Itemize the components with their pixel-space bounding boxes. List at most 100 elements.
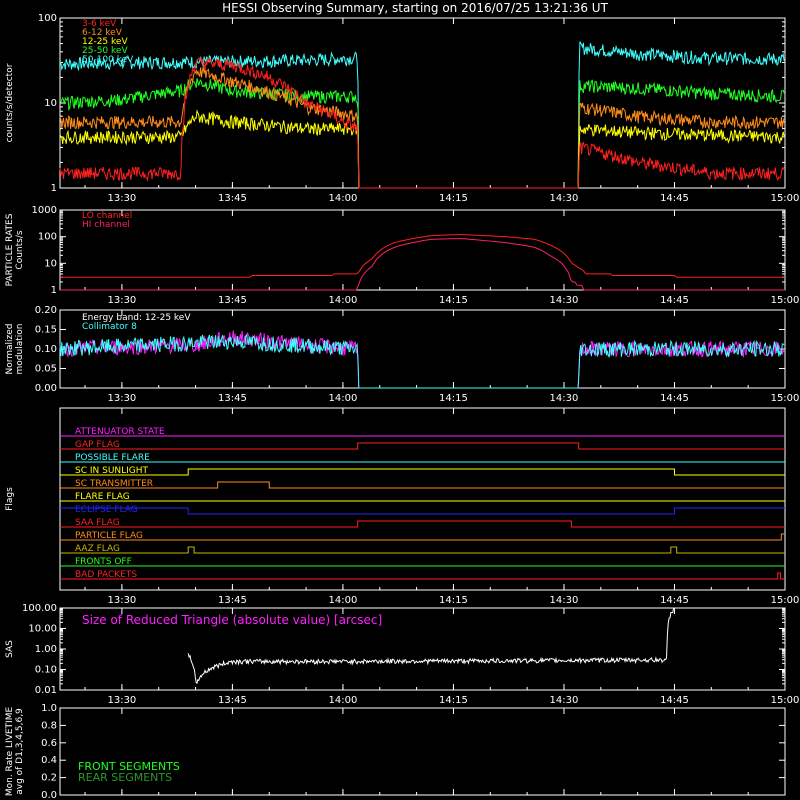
x-tick-label: 15:00 (771, 393, 800, 404)
y-tick-label: 0.20 (35, 305, 57, 316)
legend-entry: REAR SEGMENTS (78, 771, 172, 784)
flag-line (60, 546, 785, 554)
x-tick-label: 13:30 (107, 595, 136, 606)
y-tick-label: 0.00 (35, 383, 57, 394)
y-tick-label: 0.05 (35, 364, 57, 375)
flag-line (60, 533, 785, 541)
series-line (59, 66, 785, 189)
panels: 13:30 13:45 14:00 14:15 14:30 14:45 15:00 count… (5, 13, 799, 800)
flag-line (60, 507, 785, 515)
y-tick-label: 1 (51, 183, 57, 194)
y-tick-label: 0.6 (41, 738, 57, 749)
y-tick-label: 1.00 (35, 644, 57, 655)
y-tick-label: 10 (44, 98, 57, 109)
y-axis-label-line: Mon. Rate LIVETIME (5, 707, 15, 797)
y-tick-label: 1.0 (41, 703, 57, 714)
y-tick-label: 1000 (32, 205, 57, 216)
x-tick-label: 15:00 (771, 695, 800, 706)
x-tick-label: 14:00 (329, 295, 358, 306)
x-tick-label: 14:30 (550, 393, 579, 404)
chart-svg: HESSI Observing Summary, starting on 201… (5, 1, 799, 800)
y-axis-label: Normalizedmodulation (5, 323, 25, 374)
y-tick-label: 0.8 (41, 720, 57, 731)
hessi-summary-figure: HESSI Observing Summary, starting on 201… (0, 0, 800, 800)
x-tick-label: 14:00 (329, 595, 358, 606)
y-tick-label: 1 (51, 285, 57, 296)
panel-particle: 13:30 13:45 14:00 14:15 14:30 14:45 15:00 PARTI… (5, 205, 799, 306)
x-tick-label: 14:45 (660, 595, 689, 606)
flag-line (60, 481, 785, 489)
y-axis-label-line: Normalized (5, 323, 15, 374)
x-tick-label: 14:45 (660, 695, 689, 706)
x-tick-label: 14:45 (660, 393, 689, 404)
chart-title: HESSI Observing Summary, starting on 201… (222, 1, 608, 15)
y-tick-label: 0.01 (35, 685, 57, 696)
legend-entry: 50-100 keV (82, 55, 134, 65)
flag-line (60, 468, 785, 476)
y-tick-label: 100 (38, 232, 57, 243)
panel-counts: 13:30 13:45 14:00 14:15 14:30 14:45 15:00 count… (5, 13, 799, 204)
y-axis-label: SAS (5, 640, 15, 658)
x-tick-label: 13:30 (107, 695, 136, 706)
series-line (60, 237, 785, 291)
y-tick-label: 0.10 (35, 665, 57, 676)
y-tick-label: 100 (38, 13, 57, 24)
y-axis-label-line: modulation (15, 324, 25, 375)
flag-line (60, 442, 785, 450)
panel-modulation: 13:30 13:45 14:00 14:15 14:30 14:45 15:00 Norma… (5, 305, 799, 404)
y-axis-label-line: PARTICLE RATES (5, 213, 15, 286)
y-tick-label: 0.0 (41, 790, 57, 800)
x-tick-label: 14:00 (329, 393, 358, 404)
flag-line (60, 520, 785, 528)
panel-livetime: 13:3013:4514:0014:1514:3014:4515:00Mon. … (5, 703, 786, 800)
x-tick-label: 15:00 (771, 193, 800, 204)
y-axis-label-line: avg of D1,3,4,5,6,9 (15, 708, 25, 795)
legend-entry: HI channel (82, 220, 130, 230)
panel-frame (59, 407, 786, 591)
y-axis-label: Mon. Rate LIVETIMEavg of D1,3,4,5,6,9 (5, 707, 25, 797)
x-tick-label: 13:45 (218, 295, 247, 306)
y-tick-label: 10 (44, 258, 57, 269)
y-tick-label: 10.00 (28, 624, 57, 635)
x-tick-label: 14:45 (660, 295, 689, 306)
x-tick-label: 14:15 (439, 595, 468, 606)
x-tick-label: 14:00 (329, 695, 358, 706)
x-tick-label: 13:45 (218, 393, 247, 404)
series-line (59, 333, 785, 389)
y-axis-label: counts/s/detector (5, 63, 15, 142)
series-line (59, 330, 785, 389)
y-tick-label: 0.4 (41, 755, 57, 766)
x-tick-label: 15:00 (771, 595, 800, 606)
y-axis-label-line: Counts/s (15, 230, 25, 269)
x-tick-label: 14:30 (550, 595, 579, 606)
panel-flags: 13:30 13:45 14:00 14:15 14:30 14:45 15:00 Flags… (5, 407, 800, 606)
y-tick-label: 100.00 (22, 603, 57, 614)
x-tick-label: 14:15 (439, 193, 468, 204)
y-axis-label: PARTICLE RATESCounts/s (5, 213, 25, 286)
x-tick-label: 14:15 (439, 295, 468, 306)
x-tick-label: 14:00 (329, 193, 358, 204)
x-tick-label: 14:15 (439, 393, 468, 404)
x-tick-label: 14:30 (550, 193, 579, 204)
x-tick-label: 13:45 (218, 595, 247, 606)
panel-sas: 13:30 13:45 14:00 14:15 14:30 14:45 15:00 SAS 0.… (5, 603, 799, 706)
series-line (59, 41, 785, 189)
y-tick-label: 0.10 (35, 344, 57, 355)
flag-line (60, 572, 785, 580)
panel-frame (59, 17, 786, 189)
x-tick-label: 13:45 (218, 193, 247, 204)
x-tick-label: 14:30 (550, 695, 579, 706)
legend-entry: Collimator 8 (82, 322, 137, 332)
x-tick-label: 13:45 (218, 695, 247, 706)
y-tick-label: 0.2 (41, 773, 57, 784)
panel-frame (59, 209, 786, 291)
sas-annotation: Size of Reduced Triangle (absolute value… (82, 613, 382, 627)
x-tick-label: 14:30 (550, 295, 579, 306)
x-tick-label: 14:45 (660, 193, 689, 204)
y-tick-label: 0.15 (35, 325, 57, 336)
x-tick-label: 13:30 (107, 393, 136, 404)
x-tick-label: 14:15 (439, 695, 468, 706)
flag-label: ECLIPSE FLAG (75, 505, 138, 515)
y-axis-label: Flags (5, 487, 15, 511)
x-tick-label: 13:30 (107, 295, 136, 306)
